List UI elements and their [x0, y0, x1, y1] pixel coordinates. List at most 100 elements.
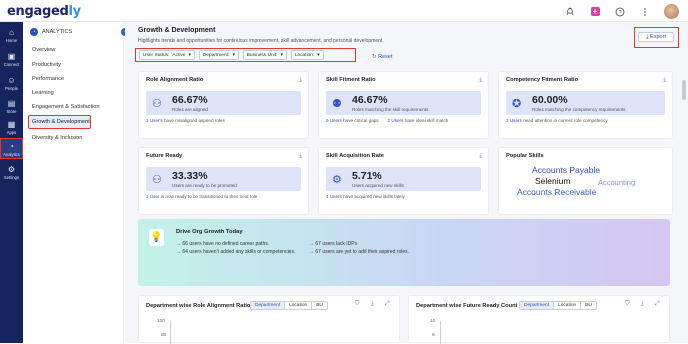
card-footer: 1 User's have misaligned aspired roles [146, 118, 225, 123]
chevron-down-icon: ▾ [188, 52, 191, 58]
analytics-subnav: ◔ ANALYTICS Overview Productivity Perform… [23, 22, 124, 343]
location-filter[interactable]: Location: ▾ [290, 50, 324, 60]
banner-item[interactable]: → 67 users lack IDPs [309, 241, 357, 247]
people-icon: ☺ [7, 76, 16, 85]
card-footer: 1 User is now ready to be transitioned t… [146, 194, 258, 199]
subnav-header: ◔ ANALYTICS [30, 28, 72, 36]
chart-tabs: Department Location BU [250, 301, 328, 310]
download-icon[interactable]: ⤓ [299, 77, 302, 84]
user-status-filter[interactable]: User Status: Active ▾ [139, 50, 195, 60]
app-logo[interactable]: engagedly [7, 4, 81, 19]
nav-item-store[interactable]: ▤ Store [0, 97, 23, 114]
card-title: Competency Fitment Ratio [506, 77, 579, 83]
tab-department[interactable]: Department [520, 302, 555, 309]
menu-icon[interactable] [639, 6, 651, 18]
download-icon[interactable]: ⤓ [299, 153, 302, 160]
footer-link[interactable]: 4 Users [326, 194, 342, 199]
skill-tag: Selenium [535, 176, 571, 186]
expand-icon[interactable]: ⤢ [655, 301, 660, 308]
banner-item[interactable]: → 67 users are yet to add their aspired … [309, 249, 409, 255]
kpi-caption: Roles matching the competency requiremen… [532, 107, 626, 112]
scrollbar[interactable] [682, 80, 686, 100]
y-tick-label: 8 [432, 333, 435, 338]
export-button[interactable]: ⤓ Export [638, 32, 674, 42]
subnav-item-growth[interactable]: Growth & Development [28, 115, 91, 129]
y-tick-label: 10 [430, 319, 436, 324]
business-unit-filter[interactable]: Business Unit: ▾ [242, 50, 287, 60]
avatar[interactable] [664, 4, 679, 19]
card-footer: 4 Users have acquired new skills lately [326, 194, 405, 199]
expand-icon[interactable]: ⤢ [385, 301, 390, 308]
card-title: Skill Fitment Ratio [326, 77, 376, 83]
filter-bar: User Status: Active ▾ Department: ▾ Busines… [135, 48, 356, 62]
kpi-value: 60.00% [532, 94, 568, 106]
nav-item-connect[interactable]: ▣ Connect [0, 50, 23, 67]
growth-banner: 💡 Drive Org Growth Today → 66 users have… [138, 219, 670, 286]
card-title: Skill Acquisition Rate [326, 153, 384, 159]
kpi-value: 66.67% [172, 94, 208, 106]
card-footer: 2 Users need attention in current role c… [506, 118, 608, 123]
svg-text:?: ? [618, 10, 621, 16]
y-tick-label: 100 [157, 319, 166, 324]
footer-link[interactable]: 2 Users [388, 118, 404, 123]
nav-item-settings[interactable]: ⚙ Settings [0, 163, 23, 180]
footer-link[interactable]: 1 User [146, 194, 160, 199]
competency-icon: ✪ [512, 98, 522, 110]
filter-icon[interactable]: ⛉ [355, 301, 360, 308]
y-axis [170, 321, 171, 344]
tab-bu[interactable]: BU [581, 302, 596, 309]
nav-item-apps[interactable]: ▦ Apps [0, 118, 23, 135]
kpi-box: ⚉ 46.67% Roles matching the skill requir… [326, 91, 481, 115]
skill-growth-icon: ⚙ [332, 174, 342, 186]
kpi-box: ⚇ 33.33% Users are ready to be promoted [146, 167, 301, 191]
tab-location[interactable]: Location [285, 302, 313, 309]
subnav-item-engagement[interactable]: Engagement & Satisfaction [32, 104, 99, 110]
nav-item-people[interactable]: ☺ People [0, 74, 23, 91]
help-icon[interactable]: ? [614, 6, 626, 18]
banner-item[interactable]: → 66 users have no defined career paths. [176, 241, 269, 247]
kpi-caption: Users are ready to be promoted [172, 183, 237, 188]
subnav-item-overview[interactable]: Overview [32, 47, 55, 53]
analytics-icon: ◔ [30, 28, 38, 36]
download-icon[interactable]: ⤓ [479, 153, 482, 160]
kpi-box: ⚇ 66.67% Roles are aligned [146, 91, 301, 115]
footer-link[interactable]: 1 User's [146, 118, 163, 123]
tab-bu[interactable]: BU [312, 302, 327, 309]
filter-icon[interactable]: ⛉ [625, 301, 630, 308]
tab-location[interactable]: Location [554, 302, 582, 309]
people-icon: ⚇ [152, 98, 162, 110]
chart-tabs: Department Location BU [519, 301, 597, 310]
download-icon[interactable]: ⤓ [663, 77, 666, 84]
download-icon[interactable]: ⤓ [479, 77, 482, 84]
skill-tag: Accounts Payable [532, 165, 601, 175]
subnav-item-diversity[interactable]: Diversity & Inclusion [32, 135, 82, 141]
subnav-item-productivity[interactable]: Productivity [32, 62, 61, 68]
tab-department[interactable]: Department [251, 302, 286, 309]
page-title: Growth & Development [138, 27, 216, 34]
card-title: Role Alignment Ratio [146, 77, 204, 83]
role-alignment-chart-card: Department wise Role Alignment Ratio Dep… [138, 295, 400, 344]
skill-fitment-card: Skill Fitment Ratio ⤓ ⚉ 46.67% Roles mat… [318, 71, 489, 139]
nav-item-home[interactable]: ⌂ Home [0, 26, 23, 43]
download-icon[interactable]: ⤓ [641, 301, 644, 308]
rocket-icon[interactable] [564, 6, 576, 18]
home-icon: ⌂ [9, 28, 14, 37]
reset-button[interactable]: ↻ Reset [372, 54, 393, 60]
footer-link[interactable]: 9 Users [326, 118, 342, 123]
store-icon: ▤ [7, 99, 16, 108]
nav-item-analytics[interactable]: ◔ Analytics [0, 138, 23, 159]
subnav-item-learning[interactable]: Learning [32, 90, 54, 96]
banner-item[interactable]: → 64 users haven't added any skills or c… [176, 249, 295, 255]
role-alignment-card: Role Alignment Ratio ⤓ ⚇ 66.67% Roles ar… [138, 71, 309, 139]
kpi-caption: Users acquired new skills [352, 183, 404, 188]
kpi-box: ✪ 60.00% Roles matching the competency r… [506, 91, 665, 115]
add-icon[interactable]: + [589, 6, 601, 18]
download-icon[interactable]: ⤓ [371, 301, 374, 308]
card-title: Future Ready [146, 153, 183, 159]
chart-title: Department wise Role Alignment Ratio [146, 303, 251, 309]
department-filter[interactable]: Department: ▾ [198, 50, 239, 60]
chevron-down-icon: ▾ [280, 52, 283, 58]
skill-tag: Accounting [598, 178, 636, 187]
footer-link[interactable]: 2 Users [506, 118, 522, 123]
subnav-item-performance[interactable]: Performance [32, 76, 64, 82]
